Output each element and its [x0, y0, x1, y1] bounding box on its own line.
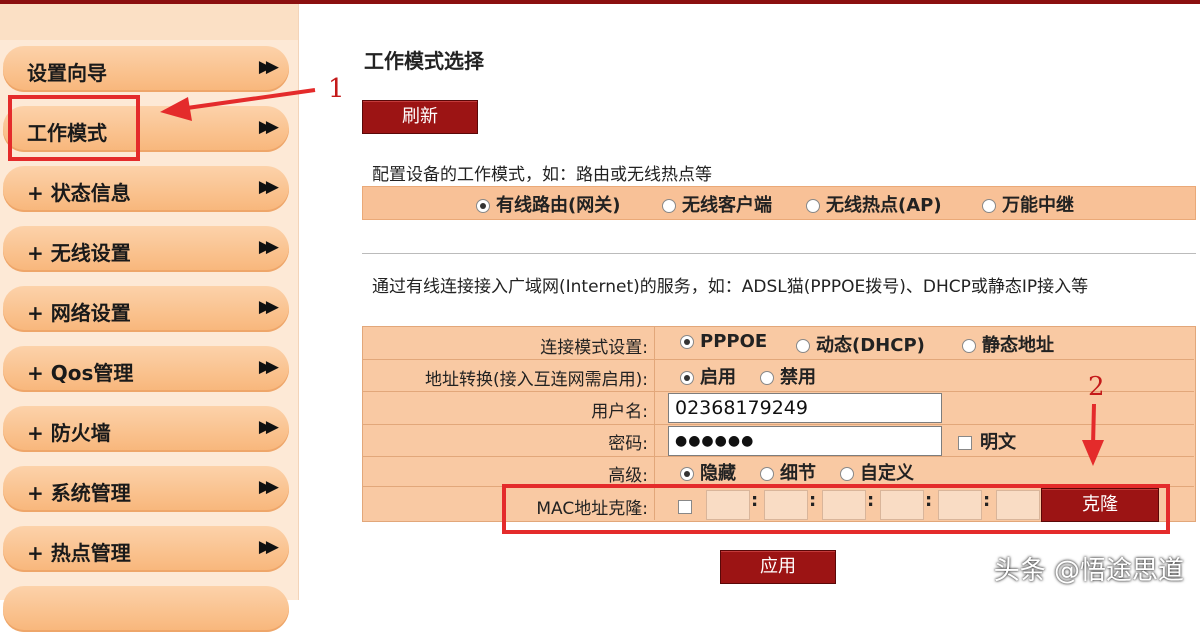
nat-label: 地址转换(接入互连网需启用): — [425, 370, 648, 390]
double-arrow-icon: ▶▶ — [258, 357, 279, 377]
double-arrow-icon: ▶▶ — [258, 537, 279, 557]
sidebar-item-qos[interactable]: + Qos管理 ▶▶ — [3, 346, 289, 392]
highlight-box-mac-clone — [502, 484, 1170, 534]
double-arrow-icon: ▶▶ — [258, 477, 279, 497]
sidebar-item-wireless[interactable]: + 无线设置 ▶▶ — [3, 226, 289, 272]
radio-icon — [760, 467, 774, 481]
double-arrow-icon: ▶▶ — [258, 57, 279, 77]
radio-icon — [680, 371, 694, 385]
sidebar-item-cutoff[interactable] — [3, 586, 289, 632]
radio-icon — [476, 199, 490, 213]
radio-icon — [760, 371, 774, 385]
annotation-number-1: 1 — [328, 74, 345, 104]
mode-radio-wireless-client[interactable]: 无线客户端 — [662, 191, 772, 217]
conn-radio-static[interactable]: 静态地址 — [962, 331, 1054, 357]
advanced-radio-custom[interactable]: 自定义 — [840, 459, 914, 485]
mode-radio-wired-router[interactable]: 有线路由(网关) — [476, 191, 620, 217]
sidebar-item-firewall[interactable]: + 防火墙 ▶▶ — [3, 406, 289, 452]
advanced-label: 高级: — [608, 466, 648, 486]
page-title: 工作模式选择 — [364, 49, 484, 73]
sidebar-item-label: + 无线设置 — [27, 241, 131, 265]
table-row-divider — [362, 359, 1194, 360]
conn-radio-pppoe[interactable]: PPPOE — [680, 331, 767, 352]
mode-radio-universal-repeater[interactable]: 万能中继 — [982, 191, 1074, 217]
table-row-divider — [362, 456, 1194, 457]
nat-radio-enable[interactable]: 启用 — [680, 363, 736, 389]
plaintext-checkbox[interactable]: 明文 — [958, 428, 1016, 454]
conn-mode-label: 连接模式设置: — [540, 338, 648, 358]
checkbox-icon — [958, 436, 972, 450]
table-row-divider — [362, 424, 1194, 425]
sidebar-item-network[interactable]: + 网络设置 ▶▶ — [3, 286, 289, 332]
password-label: 密码: — [608, 434, 648, 454]
radio-icon — [806, 199, 820, 213]
watermark: 头条 @悟途思道 — [993, 556, 1184, 586]
radio-icon — [680, 335, 694, 349]
sidebar-item-label: + 热点管理 — [27, 541, 131, 565]
table-row-divider — [362, 391, 1194, 392]
sidebar-item-label: + 防火墙 — [27, 421, 111, 445]
sidebar-item-label: + Qos管理 — [27, 361, 134, 385]
sidebar-item-status[interactable]: + 状态信息 ▶▶ — [3, 166, 289, 212]
apply-button[interactable]: 应用 — [720, 550, 836, 584]
nat-radio-disable[interactable]: 禁用 — [760, 363, 816, 389]
radio-icon — [796, 339, 810, 353]
mode-description: 配置设备的工作模式，如：路由或无线热点等 — [372, 165, 712, 185]
username-input[interactable]: 02368179249 — [668, 393, 942, 423]
password-input[interactable]: ●●●●●● — [668, 426, 942, 456]
radio-icon — [962, 339, 976, 353]
sidebar-item-label: + 网络设置 — [27, 301, 131, 325]
sidebar-top-strip — [0, 4, 298, 40]
double-arrow-icon: ▶▶ — [258, 297, 279, 317]
refresh-button[interactable]: 刷新 — [362, 100, 478, 134]
double-arrow-icon: ▶▶ — [258, 177, 279, 197]
double-arrow-icon: ▶▶ — [258, 237, 279, 257]
annotation-number-2: 2 — [1088, 372, 1105, 402]
highlight-box-work-mode — [8, 95, 140, 161]
double-arrow-icon: ▶▶ — [258, 417, 279, 437]
radio-icon — [680, 467, 694, 481]
username-label: 用户名: — [591, 402, 648, 422]
sidebar-item-system[interactable]: + 系统管理 ▶▶ — [3, 466, 289, 512]
wan-description: 通过有线连接接入广域网(Internet)的服务，如：ADSL猫(PPPOE拨号… — [372, 277, 1089, 297]
sidebar-item-label: + 系统管理 — [27, 481, 131, 505]
sidebar-item-hotspot[interactable]: + 热点管理 ▶▶ — [3, 526, 289, 572]
radio-icon — [982, 199, 996, 213]
mode-radio-wireless-ap[interactable]: 无线热点(AP) — [806, 191, 942, 217]
annotation-arrow-2 — [1082, 403, 1104, 466]
radio-icon — [840, 467, 854, 481]
conn-radio-dhcp[interactable]: 动态(DHCP) — [796, 331, 925, 357]
advanced-radio-detail[interactable]: 细节 — [760, 459, 816, 485]
section-divider — [362, 253, 1196, 254]
advanced-radio-hide[interactable]: 隐藏 — [680, 459, 736, 485]
sidebar-item-label: 设置向导 — [27, 61, 107, 85]
sidebar-item-label: + 状态信息 — [27, 181, 131, 205]
radio-icon — [662, 199, 676, 213]
